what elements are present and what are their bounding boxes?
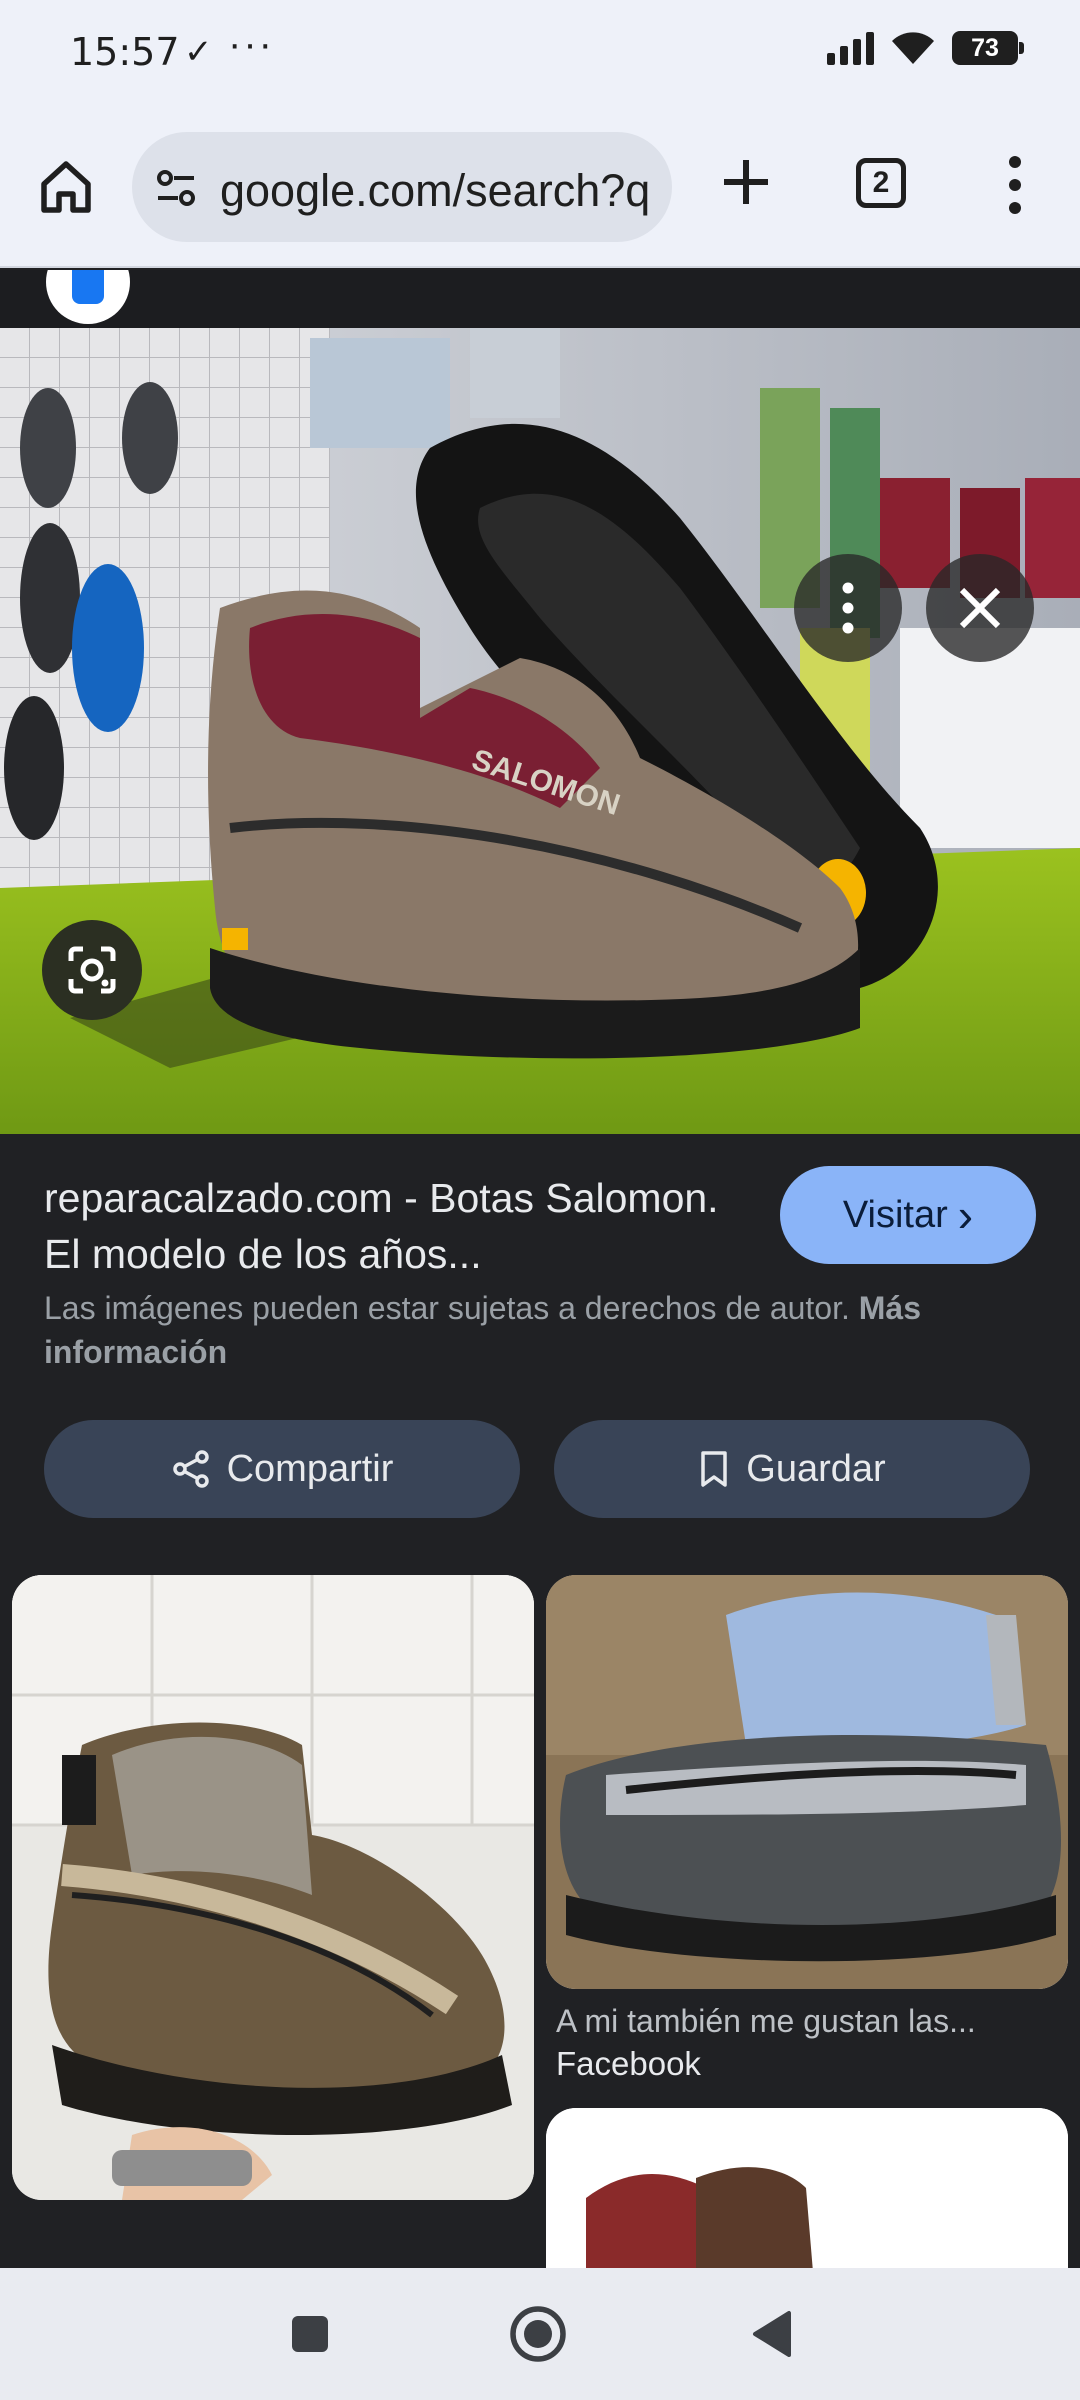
close-icon <box>959 587 1001 629</box>
more-vert-icon <box>842 582 854 634</box>
tab-switcher-button[interactable]: 2 <box>856 158 906 208</box>
copyright-notice: Las imágenes pueden estar sujetas a dere… <box>44 1286 1024 1374</box>
more-vert-icon[interactable] <box>1000 152 1030 218</box>
plus-icon[interactable] <box>716 152 776 212</box>
home-nav-button[interactable] <box>508 2304 568 2364</box>
battery-level: 73 <box>971 33 999 62</box>
boot-photo <box>12 1575 534 2200</box>
related-caption[interactable]: A mi también me gustan las... <box>556 1998 1056 2044</box>
phone-screen: 15:57 ✓ ··· 73 google.com/search?q 2 SAL… <box>0 0 1080 2400</box>
url-bar[interactable]: google.com/search?q <box>132 132 672 242</box>
square-icon <box>292 2316 328 2352</box>
visit-button[interactable]: Visitar › <box>780 1166 1036 1264</box>
system-navigation-bar <box>0 2268 1080 2400</box>
back-triangle-icon <box>753 2311 791 2357</box>
save-button[interactable]: Guardar <box>554 1420 1030 1518</box>
related-source: Facebook <box>556 2045 701 2082</box>
browser-toolbar: google.com/search?q 2 <box>0 110 1080 268</box>
boot-photo <box>546 2108 1068 2268</box>
save-label: Guardar <box>746 1447 886 1490</box>
home-icon[interactable] <box>36 156 96 216</box>
related-image-3[interactable] <box>546 2108 1068 2268</box>
share-button[interactable]: Compartir <box>44 1420 520 1518</box>
image-viewer: SALOMON reparacalzado.com - Botas Salomo… <box>0 270 1080 2268</box>
back-button[interactable] <box>742 2304 802 2364</box>
facebook-avatar <box>46 270 130 324</box>
status-bar: 15:57 ✓ ··· 73 <box>0 0 1080 110</box>
share-icon <box>172 1450 209 1488</box>
lens-search-button[interactable] <box>42 920 142 1020</box>
boot-photo: SALOMON <box>0 328 1080 1134</box>
preview-image[interactable]: SALOMON <box>0 328 1080 1134</box>
close-viewer-button[interactable] <box>926 554 1034 662</box>
status-time: 15:57 <box>70 30 180 74</box>
tab-count: 2 <box>872 166 890 199</box>
more-notifications-icon: ··· <box>228 22 274 66</box>
image-options-button[interactable] <box>794 554 902 662</box>
lens-icon <box>68 946 116 994</box>
bookmark-icon <box>701 1451 728 1487</box>
chevron-right-icon: › <box>957 1189 974 1241</box>
share-label: Compartir <box>226 1447 394 1490</box>
copyright-text: Las imágenes pueden estar sujetas a dere… <box>44 1290 850 1326</box>
battery-icon: 73 <box>952 31 1024 65</box>
boot-photo <box>546 1575 1068 1989</box>
wifi-icon <box>892 32 934 64</box>
site-settings-icon[interactable] <box>154 166 198 210</box>
signal-icon <box>827 31 874 65</box>
related-image-1[interactable] <box>12 1575 534 2200</box>
recents-button[interactable] <box>280 2304 340 2364</box>
home-circle-icon <box>510 2306 566 2362</box>
status-icons: 73 <box>827 30 1024 66</box>
checkmark-icon: ✓ <box>184 33 213 71</box>
visit-label: Visitar <box>842 1193 948 1236</box>
url-text[interactable]: google.com/search?q <box>220 165 660 217</box>
result-title[interactable]: reparacalzado.com - Botas Salomon. El mo… <box>44 1170 764 1282</box>
related-image-2[interactable] <box>546 1575 1068 1989</box>
previous-result-peek <box>0 270 1080 328</box>
